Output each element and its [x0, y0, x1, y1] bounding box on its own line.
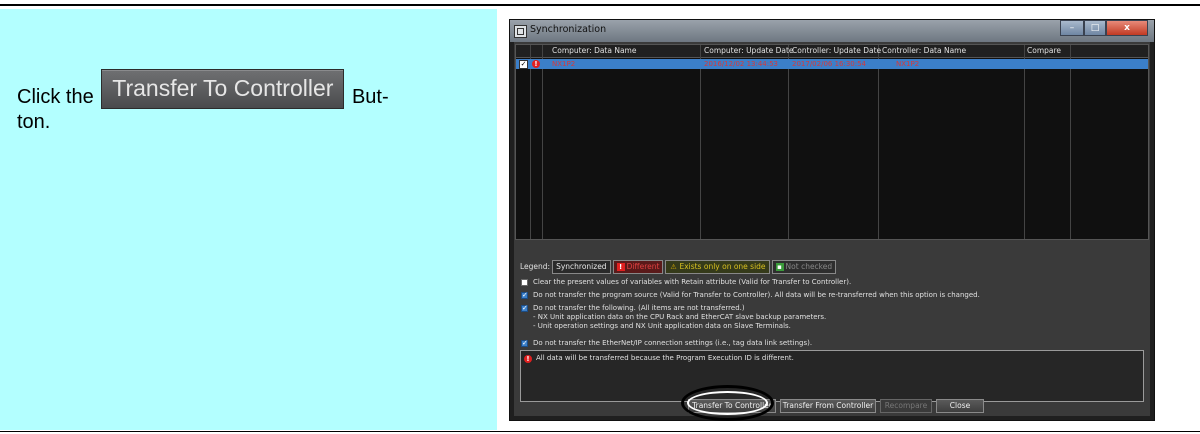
grid-col-divider	[1070, 45, 1071, 239]
bottom-rule	[0, 431, 1200, 432]
grid-col-divider	[542, 45, 543, 239]
option-label: Clear the present values of variables wi…	[533, 278, 852, 286]
instruction-panel: Click the Transfer To Controller But-ton…	[0, 9, 497, 430]
window-controls: – □ x	[1060, 20, 1148, 37]
legend-not-checked: ▪ Not checked	[771, 259, 837, 274]
column-header-controller-name[interactable]: Controller: Data Name	[882, 45, 966, 56]
highlight-ring	[681, 385, 774, 421]
legend-label: Legend:	[520, 262, 551, 271]
different-icon: !	[616, 262, 625, 271]
grid-col-divider	[878, 45, 879, 239]
legend-synchronized-text: Synchronized	[556, 261, 607, 271]
column-header-controller-date[interactable]: Controller: Update Date	[792, 45, 881, 56]
grid-col-divider	[530, 45, 531, 239]
option-label: Do not transfer the program source (Vali…	[533, 291, 980, 299]
legend-synchronized: Synchronized	[552, 259, 611, 274]
legend-one-side-text: Exists only on one side	[679, 261, 766, 271]
legend-not-checked-text: Not checked	[785, 261, 833, 271]
column-header-computer-date[interactable]: Computer: Update Date	[704, 45, 794, 56]
row-checkbox[interactable]: ✓	[519, 60, 528, 69]
option-sub-item: - Unit operation settings and NX Unit ap…	[533, 322, 791, 330]
not-checked-icon: ▪	[775, 262, 784, 271]
column-header-compare[interactable]: Compare	[1027, 45, 1061, 56]
transfer-from-controller-button[interactable]: Transfer From Controller	[780, 399, 876, 413]
minimize-button[interactable]: –	[1060, 20, 1084, 36]
option-checkbox[interactable]	[521, 304, 528, 313]
different-status-icon: !	[532, 60, 540, 68]
error-icon: !	[524, 355, 532, 363]
synchronization-window: Synchronization – □ x Computer: Data Nam…	[509, 19, 1155, 421]
option-sub-item: - NX Unit application data on the CPU Ra…	[533, 313, 827, 321]
window-app-icon	[514, 25, 527, 38]
legend: Legend: Synchronized ! Different ⚠ Exists …	[520, 259, 837, 274]
option-checkbox[interactable]	[521, 279, 528, 286]
transfer-to-controller-caption: Transfer To Controller	[101, 68, 345, 109]
top-rule	[0, 4, 1200, 6]
cell-computer-name: NX1P2	[552, 60, 576, 68]
message-text: All data will be transferred because the…	[536, 354, 794, 362]
cell-controller-name: NX1P2	[896, 60, 920, 68]
option-label: Do not transfer the EtherNet/IP connecti…	[533, 339, 813, 347]
option-no-transfer-following[interactable]: Do not transfer the following. (All item…	[521, 304, 826, 331]
window-client: Computer: Data Name Computer: Update Dat…	[514, 42, 1150, 416]
window-title: Synchronization	[530, 24, 607, 35]
option-label: Do not transfer the following. (All item…	[533, 304, 745, 312]
legend-one-side: ⚠ Exists only on one side	[665, 259, 770, 274]
legend-different: ! Different	[612, 259, 664, 274]
legend-different-text: Different	[626, 261, 660, 271]
option-checkbox[interactable]	[521, 291, 528, 300]
sync-data-grid[interactable]: Computer: Data Name Computer: Update Dat…	[515, 44, 1149, 240]
recompare-button[interactable]: Recompare	[880, 399, 932, 413]
cell-controller-date: 2017/02/06 16:30:54	[792, 60, 867, 68]
instruction-text: Click the Transfer To Controller But-ton…	[17, 68, 487, 135]
column-header-computer-name[interactable]: Computer: Data Name	[552, 45, 636, 56]
option-clear-retain[interactable]: Clear the present values of variables wi…	[521, 278, 851, 287]
instruction-prefix: Click the	[17, 86, 94, 108]
close-window-button[interactable]: x	[1106, 20, 1148, 36]
option-no-program-source[interactable]: Do not transfer the program source (Vali…	[521, 291, 980, 300]
title-bar[interactable]: Synchronization – □ x	[510, 20, 1154, 42]
message-box: ! All data will be transferred because t…	[520, 350, 1144, 402]
option-checkbox[interactable]	[521, 339, 528, 348]
warning-icon: ⚠	[670, 262, 677, 271]
grid-col-divider	[1024, 45, 1025, 239]
maximize-button[interactable]: □	[1084, 20, 1106, 36]
option-no-ethernetip[interactable]: Do not transfer the EtherNet/IP connecti…	[521, 339, 812, 348]
cell-computer-date: 2016/12/02 13:44:53	[704, 60, 779, 68]
grid-col-divider	[788, 45, 789, 239]
close-button[interactable]: Close	[936, 399, 984, 413]
grid-col-divider	[700, 45, 701, 239]
